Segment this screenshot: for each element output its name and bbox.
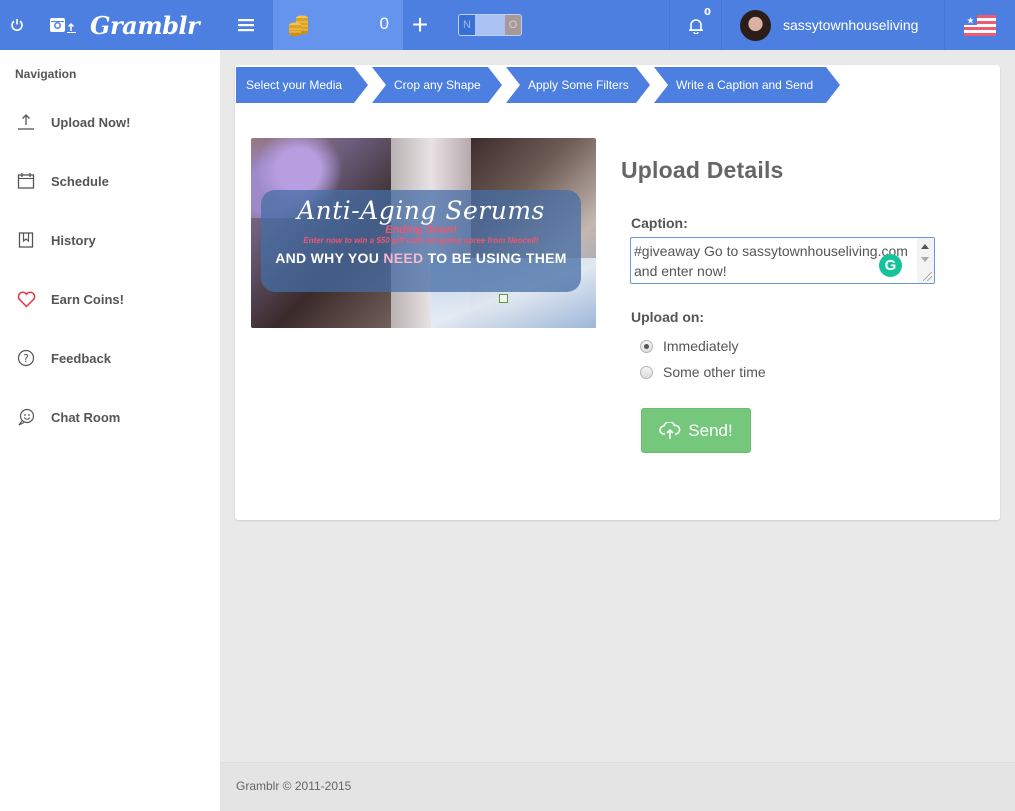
step-write-caption[interactable]: Write a Caption and Send (654, 67, 840, 103)
svg-text:?: ? (23, 352, 29, 365)
heart-icon (16, 289, 36, 309)
tagline-part: TO BE USING THEM (423, 250, 567, 266)
sidebar-item-schedule[interactable]: Schedule (0, 161, 220, 201)
coins-icon (289, 15, 308, 37)
resize-grip-icon[interactable] (923, 272, 932, 281)
media-tagline: AND WHY YOU NEED TO BE USING THEM (261, 250, 581, 266)
add-coins-button[interactable]: + (404, 0, 436, 50)
sidebar-item-label: Upload Now! (51, 114, 131, 130)
media-title: Anti-Aging Serums (297, 196, 545, 225)
avatar (740, 9, 771, 41)
send-label: Send! (688, 420, 733, 440)
toggle-left-label: N (459, 15, 475, 35)
sidebar-item-label: Earn Coins! (51, 291, 124, 307)
step-apply-filters[interactable]: Apply Some Filters (506, 67, 650, 103)
footer: Gramblr © 2011-2015 (220, 762, 1015, 811)
brand-name: Gramblr (90, 10, 200, 40)
radio-label: Immediately (663, 338, 739, 354)
caption-label: Caption: (631, 215, 688, 231)
power-icon (11, 19, 23, 31)
mode-toggle[interactable]: N O (458, 0, 522, 50)
grammarly-icon[interactable]: G (879, 254, 902, 277)
sidebar-item-chat-room[interactable]: Chat Room (0, 397, 220, 437)
step-crop-shape[interactable]: Crop any Shape (372, 67, 502, 103)
upload-card: Select your Media Crop any Shape Apply S… (235, 65, 1000, 520)
sidebar-item-label: History (51, 232, 96, 248)
upload-icon (16, 112, 36, 132)
copyright: Gramblr © 2011-2015 (236, 779, 352, 793)
brand-logo-icon (48, 0, 80, 50)
radio-some-other-time[interactable]: Some other time (640, 364, 766, 380)
toggle-track (475, 15, 505, 35)
media-subtitle: Ending Soon! (385, 224, 457, 236)
question-icon: ? (16, 348, 36, 368)
sidebar-title: Navigation (15, 67, 77, 81)
radio-immediately[interactable]: Immediately (640, 338, 738, 354)
step-select-media[interactable]: Select your Media (236, 67, 368, 103)
sidebar-item-upload-now[interactable]: Upload Now! (0, 102, 220, 142)
top-bar: Gramblr 0 + N O 0 sassytownhouseliving ★ (0, 0, 1015, 50)
scroll-down-arrow-icon[interactable] (921, 257, 929, 262)
bookmark-icon (16, 230, 36, 250)
radio-label: Some other time (663, 364, 766, 380)
notifications-button[interactable]: 0 (670, 0, 722, 50)
notifications-count: 0 (704, 7, 711, 18)
sidebar-item-label: Schedule (51, 173, 109, 189)
calendar-icon (16, 171, 36, 191)
toggle-right-label: O (505, 15, 521, 35)
svg-text:★: ★ (966, 16, 974, 26)
sidebar-item-label: Chat Room (51, 409, 121, 425)
wizard-steps: Select your Media Crop any Shape Apply S… (236, 67, 844, 103)
sidebar: Navigation Upload Now! Schedule History … (0, 50, 220, 811)
instagram-upload-icon (50, 18, 76, 33)
username: sassytownhouseliving (783, 17, 919, 33)
radio-button[interactable] (640, 365, 653, 379)
sidebar-item-history[interactable]: History (0, 220, 220, 260)
coin-count: 0 (379, 14, 389, 33)
hamburger-icon (238, 19, 254, 32)
coins-balance[interactable]: 0 (273, 0, 403, 50)
cloud-upload-icon (659, 421, 681, 439)
chat-icon (16, 407, 36, 427)
upload-details-heading: Upload Details (621, 157, 784, 183)
crop-handle[interactable] (499, 294, 508, 303)
user-menu[interactable]: sassytownhouseliving (722, 0, 944, 50)
power-button[interactable] (0, 0, 34, 50)
tagline-highlight: NEED (383, 250, 424, 266)
send-button[interactable]: Send! (641, 408, 751, 453)
scroll-up-arrow-icon[interactable] (921, 244, 929, 249)
media-preview[interactable]: Anti-Aging Serums Ending Soon! Enter now… (251, 138, 596, 328)
menu-button[interactable] (232, 0, 260, 50)
sidebar-item-earn-coins[interactable]: Earn Coins! (0, 279, 220, 319)
sidebar-item-label: Feedback (51, 350, 111, 366)
language-button[interactable]: ★ (945, 0, 1015, 50)
bell-icon (689, 18, 703, 34)
media-overlay: Anti-Aging Serums Ending Soon! Enter now… (261, 190, 581, 292)
radio-button-checked[interactable] (640, 339, 653, 353)
media-promo: Enter now to win a $50 gift card shoppin… (303, 236, 539, 245)
upload-on-label: Upload on: (631, 309, 705, 325)
tagline-part: AND WHY YOU (275, 250, 384, 266)
sidebar-item-feedback[interactable]: ? Feedback (0, 338, 220, 378)
us-flag-icon: ★ (964, 14, 996, 36)
